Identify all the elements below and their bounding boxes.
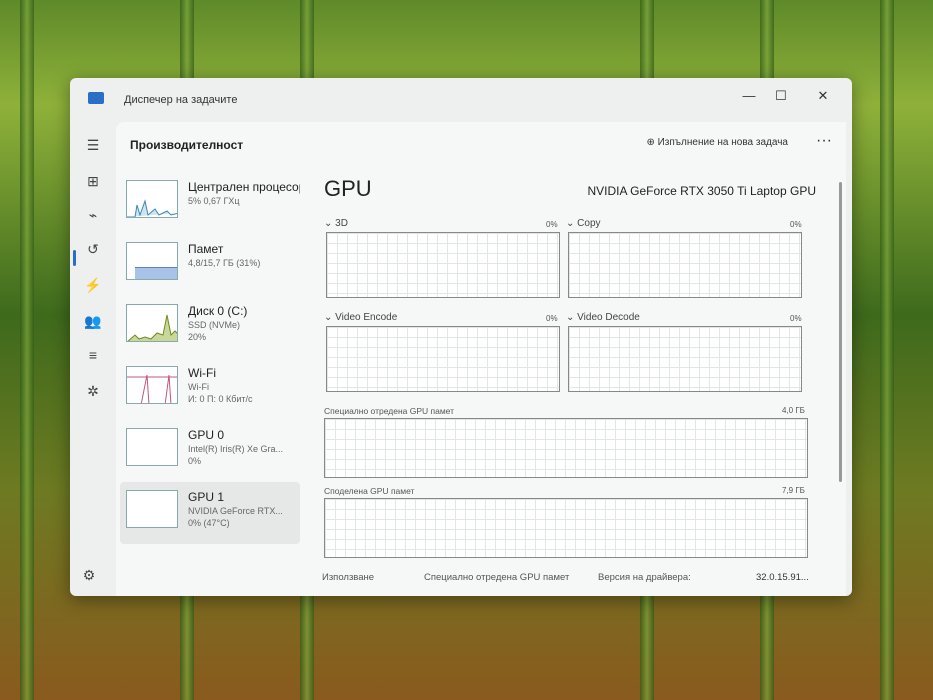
- engine-3d-graph: [326, 232, 560, 298]
- gpu-detail-panel: GPU NVIDIA GeForce RTX 3050 Ti Laptop GP…: [322, 172, 816, 596]
- run-new-task-button[interactable]: ⊕ Изпълнение на нова задача: [646, 137, 788, 148]
- app-icon: [88, 92, 104, 104]
- resource-name: Памет: [188, 242, 224, 256]
- engine-label: Video Encode: [335, 312, 398, 323]
- resource-item-gpu1[interactable]: GPU 1 NVIDIA GeForce RTX... 0% (47°C): [120, 482, 300, 544]
- cpu-thumb-graph: [126, 180, 178, 218]
- wifi-thumb-graph: [126, 366, 178, 404]
- resource-name: Диск 0 (C:): [188, 304, 248, 318]
- more-options-button[interactable]: ···: [816, 132, 832, 150]
- engine-copy-selector[interactable]: ⌄ Copy: [566, 218, 601, 229]
- performance-icon[interactable]: ⌁: [84, 206, 102, 224]
- driver-version-value: 32.0.15.91...: [756, 572, 809, 583]
- dedicated-memory-graph: [324, 418, 808, 478]
- gpu-title: GPU: [324, 176, 372, 201]
- run-new-task-label: Изпълнение на нова задача: [657, 137, 788, 148]
- engine-label: Copy: [577, 218, 601, 229]
- engine-3d-selector[interactable]: ⌄ 3D: [324, 218, 348, 229]
- engine-video-encode-selector[interactable]: ⌄ Video Encode: [324, 312, 397, 323]
- gpu0-thumb-graph: [126, 428, 178, 466]
- gpu1-thumb-graph: [126, 490, 178, 528]
- users-icon[interactable]: 👥: [84, 312, 102, 330]
- shared-memory-label: Споделена GPU памет: [324, 486, 415, 496]
- selection-indicator: [73, 250, 76, 266]
- resource-usage: 0% (47°C): [188, 518, 230, 528]
- disk-thumb-graph: [126, 304, 178, 342]
- resource-detail: SSD (NVMe): [188, 320, 241, 330]
- shared-memory-graph: [324, 498, 808, 558]
- task-manager-window: Диспечер на задачите — ☐ ✕ ☰ ⊞ ⌁ ↺ ⚡ 👥 ≡…: [70, 78, 852, 596]
- title-bar: Диспечер на задачите — ☐ ✕: [70, 78, 852, 122]
- content-area: Производителност ⊕ Изпълнение на нова за…: [116, 122, 846, 596]
- dedicated-memory-value: 4,0 ГБ: [782, 406, 805, 415]
- resource-usage: 0%: [188, 456, 202, 466]
- resource-usage: И: 0 П: 0 Кбит/с: [188, 394, 253, 404]
- resource-item-gpu0[interactable]: GPU 0 Intel(R) Iris(R) Xe Gra... 0%: [120, 420, 300, 482]
- resource-detail: 4,8/15,7 ГБ (31%): [188, 258, 261, 268]
- shared-memory-value: 7,9 ГБ: [782, 486, 805, 495]
- usage-label: Използване: [322, 572, 375, 583]
- resource-detail: Wi-Fi: [188, 382, 209, 392]
- engine-label: Video Decode: [577, 312, 640, 323]
- resource-detail: NVIDIA GeForce RTX...: [188, 506, 283, 516]
- resource-item-memory[interactable]: Памет 4,8/15,7 ГБ (31%): [120, 234, 300, 296]
- maximize-button[interactable]: ☐: [766, 84, 796, 108]
- resource-detail: Intel(R) Iris(R) Xe Gra...: [188, 444, 284, 454]
- close-button[interactable]: ✕: [808, 84, 838, 108]
- driver-version-label: Версия на драйвера:: [598, 572, 691, 583]
- resource-name: GPU 1: [188, 490, 225, 504]
- memory-thumb-graph: [126, 242, 178, 280]
- engine-copy-graph: [568, 232, 802, 298]
- engine-label: 3D: [335, 218, 348, 229]
- window-title: Диспечер на задачите: [124, 94, 238, 106]
- resource-list: Централен процесор 5% 0,67 ГХц Памет 4,8…: [120, 172, 300, 544]
- resource-name: GPU 0: [188, 428, 225, 442]
- resource-item-cpu[interactable]: Централен процесор 5% 0,67 ГХц: [120, 172, 300, 234]
- engine-value: 0%: [790, 220, 802, 229]
- nav-rail: ☰ ⊞ ⌁ ↺ ⚡ 👥 ≡ ✲ ⚙: [70, 122, 116, 596]
- engine-value: 0%: [546, 220, 558, 229]
- dedicated-memory-label: Специално отредена GPU памет: [324, 406, 455, 416]
- settings-icon[interactable]: ⚙: [80, 566, 98, 584]
- scrollbar[interactable]: [839, 182, 842, 482]
- engine-value: 0%: [790, 314, 802, 323]
- engine-video-decode-graph: [568, 326, 802, 392]
- resource-item-disk[interactable]: Диск 0 (C:) SSD (NVMe) 20%: [120, 296, 300, 358]
- engine-video-decode-selector[interactable]: ⌄ Video Decode: [566, 312, 640, 323]
- minimize-button[interactable]: —: [734, 84, 764, 108]
- resource-usage: 20%: [188, 332, 207, 342]
- details-icon[interactable]: ≡: [84, 346, 102, 364]
- gpu-model: NVIDIA GeForce RTX 3050 Ti Laptop GPU: [587, 184, 816, 198]
- app-history-icon[interactable]: ↺: [84, 240, 102, 258]
- resource-name: Централен процесор: [188, 180, 300, 194]
- dedicated-memory-stat-label: Специално отредена GPU памет: [424, 572, 570, 583]
- hamburger-icon[interactable]: ☰: [84, 136, 102, 154]
- resource-detail: 5% 0,67 ГХц: [188, 196, 240, 206]
- services-icon[interactable]: ✲: [84, 382, 102, 400]
- page-title: Производителност: [130, 138, 244, 152]
- resource-item-wifi[interactable]: Wi-Fi Wi-Fi И: 0 П: 0 Кбит/с: [120, 358, 300, 420]
- startup-apps-icon[interactable]: ⚡: [84, 276, 102, 294]
- processes-icon[interactable]: ⊞: [84, 172, 102, 190]
- engine-value: 0%: [546, 314, 558, 323]
- resource-name: Wi-Fi: [188, 366, 216, 380]
- engine-video-encode-graph: [326, 326, 560, 392]
